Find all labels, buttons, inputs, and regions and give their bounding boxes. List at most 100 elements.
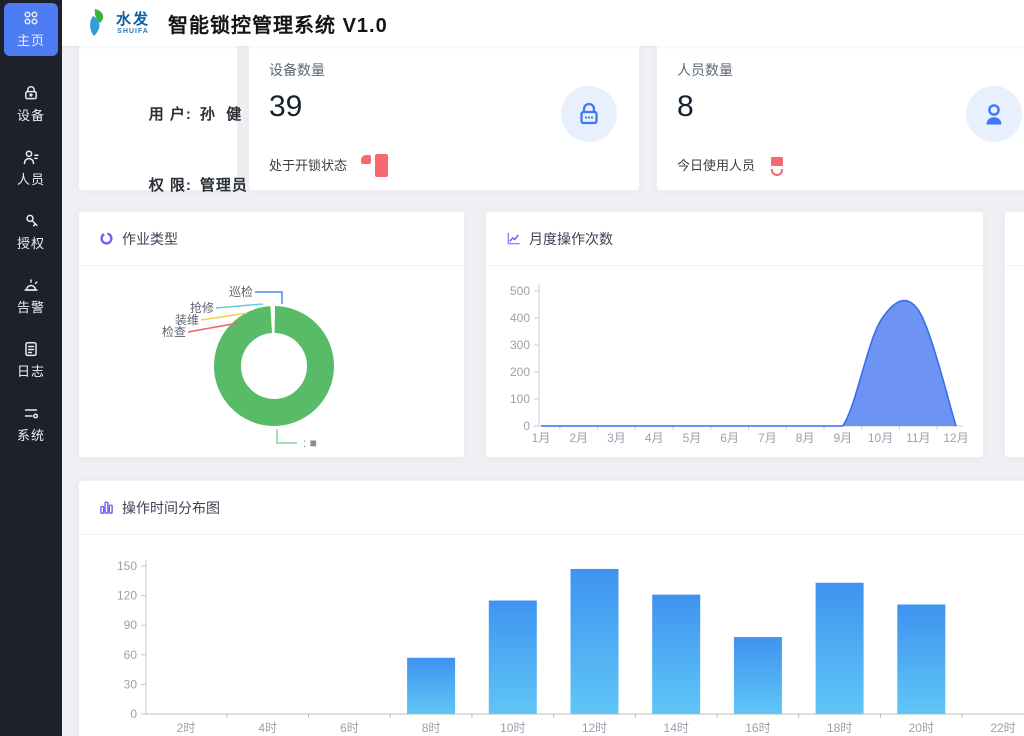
lock-icon-badge	[561, 86, 617, 142]
svg-text:1月: 1月	[532, 431, 551, 445]
svg-text:300: 300	[510, 338, 530, 352]
sidebar-item-system[interactable]: 系统	[4, 398, 58, 451]
svg-text:90: 90	[124, 618, 138, 632]
monthly-ops-chart-card: 月度操作次数 01002003004005001月2月3月4月5月6月7月8月9…	[485, 211, 984, 458]
sidebar-item-person[interactable]: 人员	[4, 142, 58, 195]
svg-text:100: 100	[510, 392, 530, 406]
sidebar-item-label: 设备	[4, 105, 58, 124]
sidebar-nav: 主页设备人员授权告警日志系统	[0, 0, 62, 451]
sidebar-item-label: 系统	[4, 425, 58, 444]
svg-text:30: 30	[124, 677, 138, 691]
bar-8时	[407, 658, 455, 714]
app-root: 水发 SHUIFA 智能锁控管理系统 V1.0 主页设备人员授权告警日志系统 用…	[0, 0, 1024, 736]
sidebar-item-device[interactable]: 设备	[4, 78, 58, 131]
sidebar-item-label: 人员	[4, 169, 58, 188]
logo-text-en: SHUIFA	[116, 28, 150, 35]
svg-text:5月: 5月	[683, 431, 702, 445]
time-distribution-bar-chart: 0 30 60 90 120 150 2时 4时 6时 8时 10时 12时 14时 16时 18时 20时 2…	[79, 535, 1024, 736]
grid-icon	[4, 8, 58, 28]
svg-text:8时: 8时	[422, 721, 441, 735]
person-list-icon	[4, 147, 58, 167]
company-logo: 水发 SHUIFA	[86, 8, 150, 38]
line-chart-icon	[506, 231, 521, 246]
sidebar-item-label: 授权	[4, 233, 58, 252]
monthly-ops-area-chart: 01002003004005001月2月3月4月5月6月7月8月9月10月11月…	[486, 266, 983, 463]
role-value: 管理员	[200, 177, 248, 194]
people-count-value: 8	[677, 90, 694, 124]
svg-text:2时: 2时	[177, 721, 196, 735]
people-count-card: 人员数量 8 今日使用人员	[656, 43, 1024, 191]
role-label: 权 限:	[149, 177, 192, 194]
svg-text:12时: 12时	[582, 721, 607, 735]
log-icon	[4, 339, 58, 359]
bar-svg: 0 30 60 90 120 150 2时 4时 6时 8时 10时 12时 14时 16时 18时 20时 2…	[79, 535, 1024, 736]
svg-text:0: 0	[130, 707, 137, 721]
bar-10时	[489, 601, 537, 714]
sidebar-item-label: 告警	[4, 297, 58, 316]
svg-text:14时: 14时	[664, 721, 689, 735]
svg-text:10时: 10时	[500, 721, 525, 735]
person-icon-badge	[966, 86, 1022, 142]
red-glyph	[375, 154, 388, 177]
svg-text:7月: 7月	[758, 431, 777, 445]
svg-text:3月: 3月	[607, 431, 626, 445]
device-count-value: 39	[269, 90, 302, 124]
sidebar-item-label: 主页	[4, 30, 58, 49]
donut-chart-icon	[99, 231, 114, 246]
svg-text:22时: 22时	[990, 721, 1015, 735]
list-dot-icon	[4, 403, 58, 423]
key-icon	[4, 211, 58, 231]
person-icon	[979, 99, 1009, 129]
alarm-icon	[4, 275, 58, 295]
svg-text:500: 500	[510, 284, 530, 298]
svg-text:200: 200	[510, 365, 530, 379]
svg-text:120: 120	[117, 589, 137, 603]
people-count-title: 人员数量	[677, 60, 733, 80]
donut-label: 检查	[162, 324, 186, 339]
role-row: 权 限:管理员	[97, 157, 237, 212]
partial-chart-card	[1004, 211, 1024, 458]
svg-text:4月: 4月	[645, 431, 664, 445]
svg-text:60: 60	[124, 648, 138, 662]
svg-text:10月: 10月	[868, 431, 893, 445]
page-title: 智能锁控管理系统 V1.0	[168, 9, 388, 38]
app-header: 水发 SHUIFA 智能锁控管理系统 V1.0	[62, 0, 1024, 46]
svg-text:4时: 4时	[258, 721, 277, 735]
sidebar-item-label: 日志	[4, 361, 58, 380]
device-count-title: 设备数量	[269, 60, 325, 80]
sidebar-item-log[interactable]: 日志	[4, 334, 58, 387]
lock-icon	[4, 83, 58, 103]
svg-text:6时: 6时	[340, 721, 359, 735]
logo-text-cn: 水发	[116, 12, 150, 27]
red-glyph	[771, 157, 783, 166]
svg-text:150: 150	[117, 559, 137, 573]
device-count-card: 设备数量 39 处于开锁状态	[248, 43, 640, 191]
svg-text:6月: 6月	[720, 431, 739, 445]
sidebar-item-alarm[interactable]: 告警	[4, 270, 58, 323]
svg-text:0: 0	[523, 419, 530, 433]
bar-16时	[734, 637, 782, 714]
svg-text:12月: 12月	[943, 431, 968, 445]
svg-text:9月: 9月	[833, 431, 852, 445]
bar-chart-icon	[99, 500, 114, 515]
time-distribution-title: 操作时间分布图	[122, 498, 220, 518]
svg-text:2月: 2月	[569, 431, 588, 445]
svg-text:16时: 16时	[745, 721, 770, 735]
donut-main-label: : ■	[303, 436, 317, 450]
bar-18时	[816, 583, 864, 714]
red-glyph	[361, 155, 371, 164]
sidebar-item-auth[interactable]: 授权	[4, 206, 58, 259]
user-row: 用 户:孙 健	[97, 86, 237, 141]
sidebar-item-home[interactable]: 主页	[4, 3, 58, 56]
bar-20时	[897, 604, 945, 714]
bar-14时	[652, 595, 700, 714]
time-distribution-chart-card: 操作时间分布图 0 30 60 90 120 150 2时 4时 6时 8时 10时 12时 14时 16…	[78, 480, 1024, 736]
red-glyph	[771, 169, 783, 176]
people-footer-label: 今日使用人员	[677, 155, 755, 174]
bar-12时	[571, 569, 619, 714]
svg-text:400: 400	[510, 311, 530, 325]
svg-text:18时: 18时	[827, 721, 852, 735]
lock-icon	[574, 99, 604, 129]
svg-text:20时: 20时	[909, 721, 934, 735]
job-type-donut-chart: 巡检抢修装维检查: ■	[79, 266, 464, 463]
